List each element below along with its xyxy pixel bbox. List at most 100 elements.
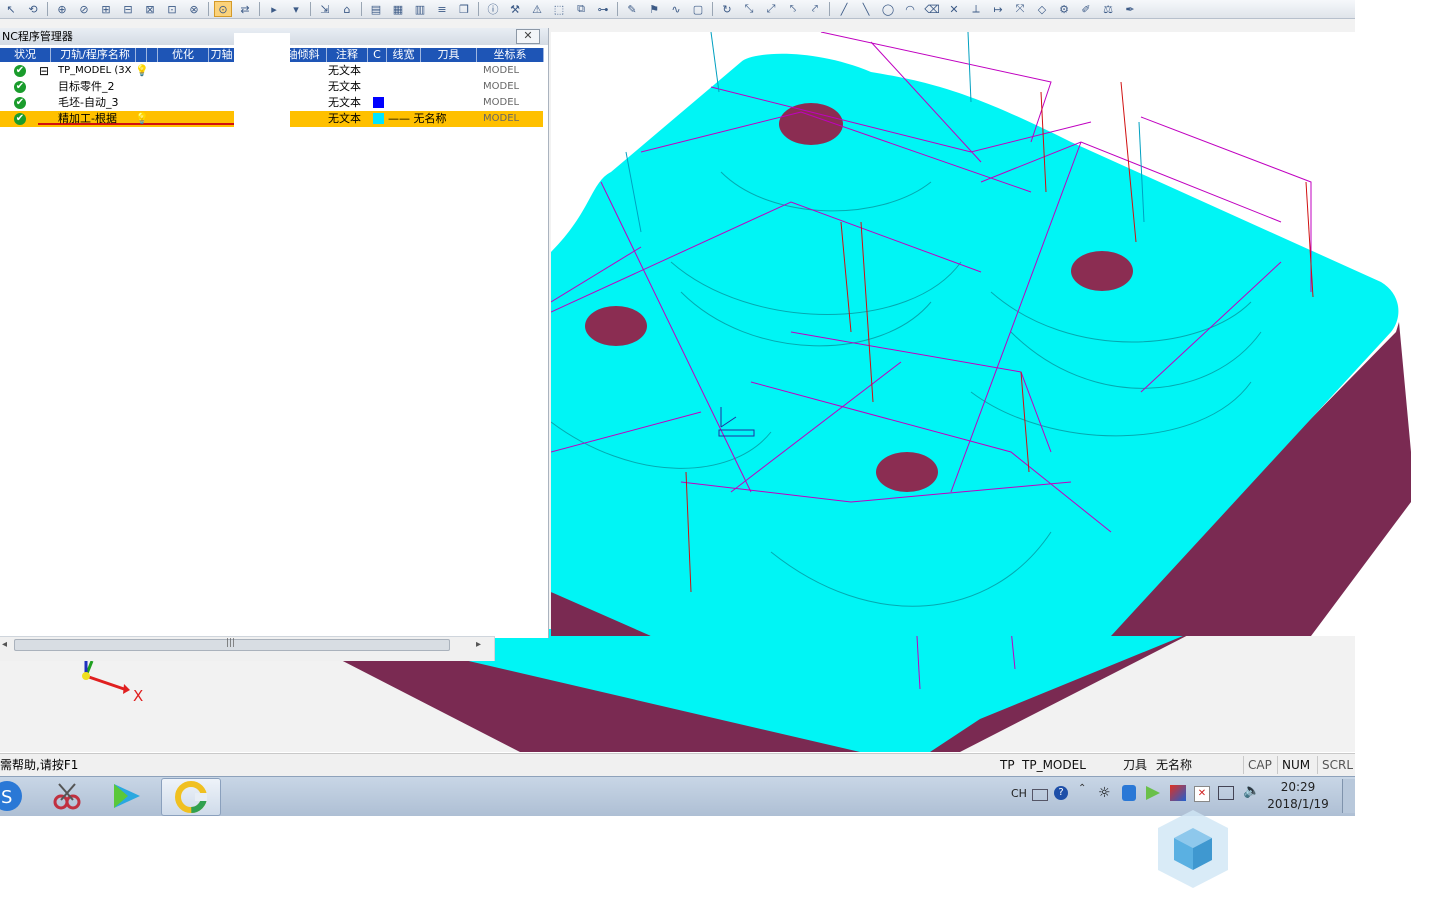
box-icon[interactable]: ▢	[689, 1, 707, 17]
line-icon[interactable]: ╱	[835, 1, 853, 17]
help-icon[interactable]: ?	[1054, 786, 1068, 800]
funnel-icon[interactable]: ⌂	[338, 1, 356, 17]
col-blank-1[interactable]	[136, 48, 147, 62]
filter2-icon[interactable]: ⊘	[75, 1, 93, 17]
sketch-icon[interactable]: ✎	[623, 1, 641, 17]
panel-hscrollbar[interactable]: ◂ ||| ▸	[0, 636, 495, 661]
shape-icon[interactable]: ◇	[1033, 1, 1051, 17]
move-icon[interactable]: ⇲	[316, 1, 334, 17]
shield-icon[interactable]	[1122, 785, 1136, 801]
keyboard-icon[interactable]	[1032, 789, 1048, 801]
tool-icon[interactable]: ⚒	[506, 1, 524, 17]
taskbar-app-2[interactable]	[98, 778, 156, 814]
tree-icon[interactable]: ⊶	[594, 1, 612, 17]
select2-icon[interactable]: ▾	[287, 1, 305, 17]
cross-icon[interactable]: ✕	[945, 1, 963, 17]
copy-icon[interactable]: ⧉	[572, 1, 590, 17]
filter3-icon[interactable]: ⊞	[97, 1, 115, 17]
col-status[interactable]: 状况	[0, 48, 51, 62]
sogou-tray-icon[interactable]: ☼	[1098, 785, 1111, 801]
eraser-icon[interactable]: ⌫	[923, 1, 941, 17]
clock-date: 2018/1/19	[1267, 797, 1329, 811]
path-icon[interactable]: ⟲	[24, 1, 42, 17]
row-tool: —— 无名称	[388, 112, 447, 125]
toolbar-separator	[259, 2, 260, 16]
color-swatch[interactable]	[373, 113, 384, 124]
col-csys[interactable]: 坐标系	[477, 48, 544, 62]
close-button[interactable]: ✕	[516, 29, 540, 44]
arc-icon[interactable]: ◠	[901, 1, 919, 17]
col-optimize[interactable]: 优化	[158, 48, 209, 62]
curve-icon[interactable]: ∿	[667, 1, 685, 17]
col-color[interactable]: C	[368, 48, 387, 62]
tray-expand-icon[interactable]: ⌃	[1078, 783, 1086, 794]
select-icon[interactable]: ↖	[2, 1, 20, 17]
network-icon[interactable]	[1218, 786, 1234, 800]
clock-time: 20:29	[1280, 780, 1316, 794]
lightbulb-icon: 💡	[135, 64, 149, 77]
trim-icon[interactable]: ⟂	[967, 1, 985, 17]
col-name[interactable]: 刀轨/程序名称	[55, 48, 136, 62]
hole-2	[1071, 251, 1133, 291]
warning-icon[interactable]: ⚠	[528, 1, 546, 17]
active-tool-icon[interactable]: ⊙	[214, 1, 232, 17]
col-line-width[interactable]: 线宽	[387, 48, 421, 62]
align-icon[interactable]: ≡	[433, 1, 451, 17]
doc-icon[interactable]: ❐	[455, 1, 473, 17]
rotate-icon[interactable]: ↻	[718, 1, 736, 17]
app-tray-icon[interactable]	[1170, 785, 1186, 801]
filter4-icon[interactable]: ⊟	[119, 1, 137, 17]
show-desktop-button[interactable]	[1342, 779, 1355, 813]
taskbar: S CH ? ⌃ ☼ ✕ 🔈 20:29 2018/1/19	[0, 776, 1355, 816]
model-view[interactable]	[551, 32, 1411, 636]
toolbar-separator	[208, 2, 209, 16]
filter6-icon[interactable]: ⊡	[163, 1, 181, 17]
axis-icon[interactable]: ⤡	[740, 1, 758, 17]
row-name: 精加工-根据	[58, 112, 117, 125]
collapse-icon[interactable]: ⊟	[39, 63, 49, 79]
list-icon[interactable]: ▥	[411, 1, 429, 17]
info-icon[interactable]: ⓘ	[484, 1, 502, 17]
select-mode-icon[interactable]: ▸	[265, 1, 283, 17]
measure-icon[interactable]: ⚖	[1099, 1, 1117, 17]
axis4-icon[interactable]: ⤤	[806, 1, 824, 17]
filter7-icon[interactable]: ⊗	[185, 1, 203, 17]
scroll-left-arrow[interactable]: ◂	[2, 639, 7, 650]
filter-icon[interactable]: ⊕	[53, 1, 71, 17]
taskbar-app-3[interactable]	[161, 778, 221, 816]
row-csys: MODEL	[483, 113, 520, 124]
axis2-icon[interactable]: ⤢	[762, 1, 780, 17]
circle-icon[interactable]: ◯	[879, 1, 897, 17]
cube-icon[interactable]: ⬚	[550, 1, 568, 17]
col-tool-axis[interactable]: 刀轴	[209, 48, 235, 62]
color-swatch[interactable]	[373, 97, 384, 108]
reverse-icon[interactable]: ⇄	[236, 1, 254, 17]
nc-program-manager: NC程序管理器 ✕ 状况 刀轨/程序名称 优化 刀轴 轴倾斜 注释 C 线宽 刀…	[0, 28, 549, 638]
clock[interactable]: 20:29 2018/1/19	[1263, 779, 1333, 813]
col-tool[interactable]: 刀具	[421, 48, 477, 62]
volume-icon[interactable]: 🔈	[1243, 783, 1260, 799]
scale-icon[interactable]: ⤧	[1011, 1, 1029, 17]
clipboard-icon[interactable]: ▦	[389, 1, 407, 17]
toolbar-separator	[361, 2, 362, 16]
line2-icon[interactable]: ╲	[857, 1, 875, 17]
scroll-right-arrow[interactable]: ▸	[476, 639, 481, 650]
extend-icon[interactable]: ↦	[989, 1, 1007, 17]
taskbar-app-1[interactable]	[38, 778, 96, 814]
gear-icon[interactable]: ⚙	[1055, 1, 1073, 17]
start-button[interactable]: S	[0, 778, 36, 814]
flag-icon[interactable]: ✕	[1194, 786, 1210, 802]
col-comment[interactable]: 注释	[327, 48, 368, 62]
axis3-icon[interactable]: ⤣	[784, 1, 802, 17]
player-tray-icon[interactable]	[1146, 786, 1160, 800]
pen-icon[interactable]: ✒	[1121, 1, 1139, 17]
machine-icon[interactable]: ▤	[367, 1, 385, 17]
flag-icon[interactable]: ⚑	[645, 1, 663, 17]
filter5-icon[interactable]: ⊠	[141, 1, 159, 17]
row-comment: 无文本	[328, 96, 361, 109]
col-blank-2[interactable]	[147, 48, 158, 62]
axis-label-x: X	[133, 687, 144, 705]
input-language[interactable]: CH	[1011, 787, 1027, 800]
status-ok-icon: ✔	[14, 81, 26, 93]
brush-icon[interactable]: ✐	[1077, 1, 1095, 17]
